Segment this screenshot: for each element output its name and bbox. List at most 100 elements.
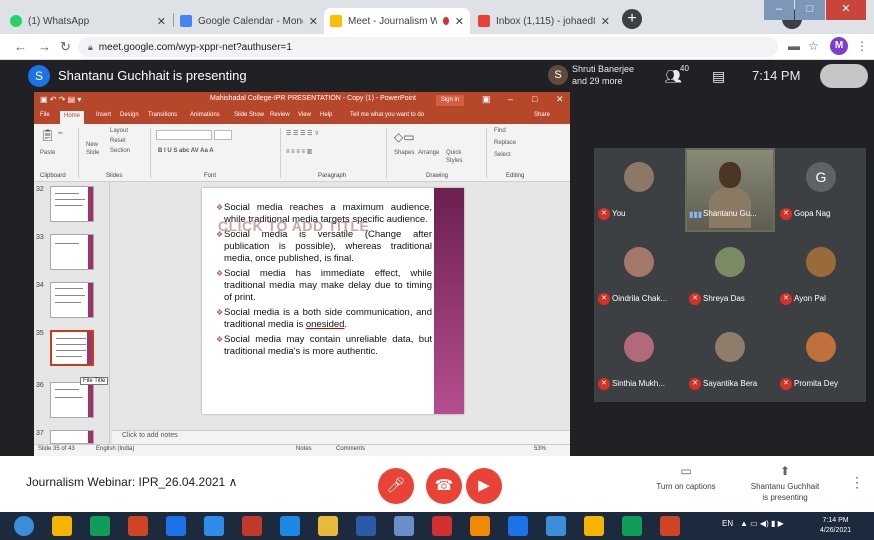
chat-icon[interactable]: ▤ [712, 68, 725, 85]
thumb-accent-bar [88, 283, 93, 317]
slide-bullet: ❖ Social media has immediate effect, whil… [216, 268, 432, 304]
ppt-tab-slideshow: Slide Show [234, 112, 265, 118]
opera-icon[interactable] [622, 516, 642, 536]
forward-icon[interactable]: → [38, 39, 51, 54]
bookmark-star-icon[interactable]: ☆ [808, 39, 819, 53]
participant-tile[interactable]: ✕ Ayon Pal [776, 233, 866, 317]
close-tab-icon[interactable]: ✕ [601, 15, 610, 28]
status-zoom: 53% [534, 446, 547, 452]
minimize-button[interactable]: – [764, 0, 794, 20]
paste-label: Paste [40, 150, 56, 156]
presenting-button[interactable]: ⬆ Shantanu Guchhait is presenting [740, 465, 830, 503]
thumb-line [55, 199, 85, 200]
profile-avatar[interactable]: M [830, 37, 848, 55]
url-field[interactable]: 🔒︎ meet.google.com/wyp-xppr-net?authuser=… [78, 37, 778, 57]
video-person-body [709, 188, 751, 228]
slide-accent-bar [434, 188, 464, 414]
taskbar-clock[interactable]: 7:14 PM 4/26/2021 [820, 516, 851, 536]
slide-thumbnail [50, 234, 94, 270]
font-name-box [156, 130, 212, 140]
paint-icon[interactable] [242, 516, 262, 536]
github-icon[interactable] [432, 516, 452, 536]
tab-title: Inbox (1,115) - johaed81@gmail. [496, 15, 595, 27]
media-player-icon[interactable] [204, 516, 224, 536]
participant-tile[interactable]: ✕ Sayantika Bera [685, 318, 775, 402]
thumb-line [55, 243, 79, 244]
thumb-accent-bar [88, 383, 93, 417]
ppt-tab-insert: Insert [96, 112, 112, 118]
participant-tile[interactable]: ✕ Promita Dey [776, 318, 866, 402]
brave-icon[interactable] [52, 516, 72, 536]
close-tab-icon[interactable]: ✕ [157, 15, 166, 28]
powerpoint-icon[interactable] [470, 516, 490, 536]
status-language: English (India) [96, 446, 135, 452]
thumbnail-tooltip: File Title [80, 377, 109, 385]
participant-name: You [612, 209, 626, 218]
other-presenter-name: Shruti Banerjee [572, 64, 635, 74]
replace-label: Replace [494, 140, 517, 146]
participant-tile[interactable]: ✕ Sinthia Mukh... [594, 318, 684, 402]
leave-call-button[interactable]: ☎ [426, 468, 462, 504]
participant-tile[interactable]: ✕ Shreya Das [685, 233, 775, 317]
ppt-tab-transitions: Transitions [148, 112, 178, 118]
close-window-button[interactable]: ✕ [826, 0, 866, 20]
lock-icon: 🔒︎ [88, 42, 93, 52]
indesign-icon[interactable] [584, 516, 604, 536]
word-icon[interactable] [508, 516, 528, 536]
participant-tile[interactable]: ✕ Oindrila Chak... [594, 233, 684, 317]
ppt-titlebar: ▣ ↶ ↷ ▤ ▾ Mahishadal College-IPR PRESENT… [34, 92, 570, 110]
meeting-title[interactable]: Journalism Webinar: IPR_26.04.2021 ∧ [26, 475, 237, 489]
ie-icon[interactable] [90, 516, 110, 536]
camera-icon[interactable]: ▬ [788, 39, 800, 53]
cut-icon: ✂ [58, 131, 64, 137]
maximize-button[interactable]: □ [795, 0, 825, 20]
back-icon[interactable]: ← [14, 39, 27, 54]
layout-label: Layout [110, 128, 129, 134]
store-icon[interactable] [280, 516, 300, 536]
telegram-icon[interactable] [356, 516, 376, 536]
thumb-number: 36 [36, 382, 44, 389]
close-tab-icon[interactable]: ✕ [455, 15, 464, 28]
help-icon[interactable] [546, 516, 566, 536]
bullet-text: Social media may contain unreliable data… [224, 334, 432, 357]
mic-off-button[interactable]: 🎤︎ [378, 468, 414, 504]
new-tab-button[interactable]: + [622, 9, 642, 29]
ppt-tell-me: Tell me what you want to do [350, 112, 425, 118]
dropbox-icon[interactable] [394, 516, 414, 536]
bullet-text: Social media reaches a maximum audience,… [224, 202, 432, 225]
tray-language[interactable]: EN [722, 519, 733, 528]
tray-icons[interactable]: ▲ ▭ ◀︎) ▮ ▶ [740, 519, 784, 528]
participant-tile[interactable]: G ✕ Gopa Nag [776, 148, 866, 232]
mic-muted-icon: ✕ [689, 293, 701, 305]
files-icon[interactable] [166, 516, 186, 536]
ribbon-separator [386, 128, 387, 178]
ppt-sign-in-button[interactable]: Sign in [436, 95, 464, 106]
captions-button[interactable]: ▭ Turn on captions [648, 465, 724, 492]
browser-menu-icon[interactable]: ⋮ [856, 39, 868, 53]
presenter-avatar: S [28, 65, 50, 87]
camera-off-button[interactable]: ▶ [466, 468, 502, 504]
tab-calendar[interactable]: Google Calendar - Monday, Apr ✕ [174, 8, 324, 34]
edge-icon[interactable] [128, 516, 148, 536]
mic-muted-icon: ✕ [689, 378, 701, 390]
other-presenter-more: and 29 more [572, 76, 623, 86]
start-button-icon[interactable] [14, 516, 34, 536]
chrome-icon[interactable] [660, 516, 680, 536]
tab-gmail[interactable]: Inbox (1,115) - johaed81@gmail. ✕ [472, 8, 616, 34]
tab-whatsapp[interactable]: (1) WhatsApp ✕ [4, 8, 172, 34]
bullet-text: Social media is versatile (Change after … [224, 229, 432, 264]
ppt-close-icon: ✕ [556, 94, 564, 104]
participant-tile[interactable]: ▮▮▮ Shantanu Gu... [685, 148, 775, 232]
current-slide: CLICK TO ADD TITLE ❖ Social media reaches… [202, 188, 464, 414]
participant-name: Promita Dey [794, 379, 839, 388]
acrobat-icon[interactable] [318, 516, 338, 536]
more-options-icon[interactable]: ⋮ [850, 474, 864, 491]
thumb-line [55, 397, 83, 398]
tab-meet[interactable]: Meet - Journalism Webinar ✕ [324, 8, 470, 34]
close-tab-icon[interactable]: ✕ [309, 15, 318, 28]
meet-header: S Shantanu Guchhait is presenting S Shru… [0, 60, 874, 92]
host-controls-button[interactable] [820, 64, 868, 88]
reload-icon[interactable]: ↻ [60, 39, 71, 55]
font-format-icons: B I U S abc AV Aa A [158, 148, 214, 154]
participant-tile[interactable]: ✕ You [594, 148, 684, 232]
